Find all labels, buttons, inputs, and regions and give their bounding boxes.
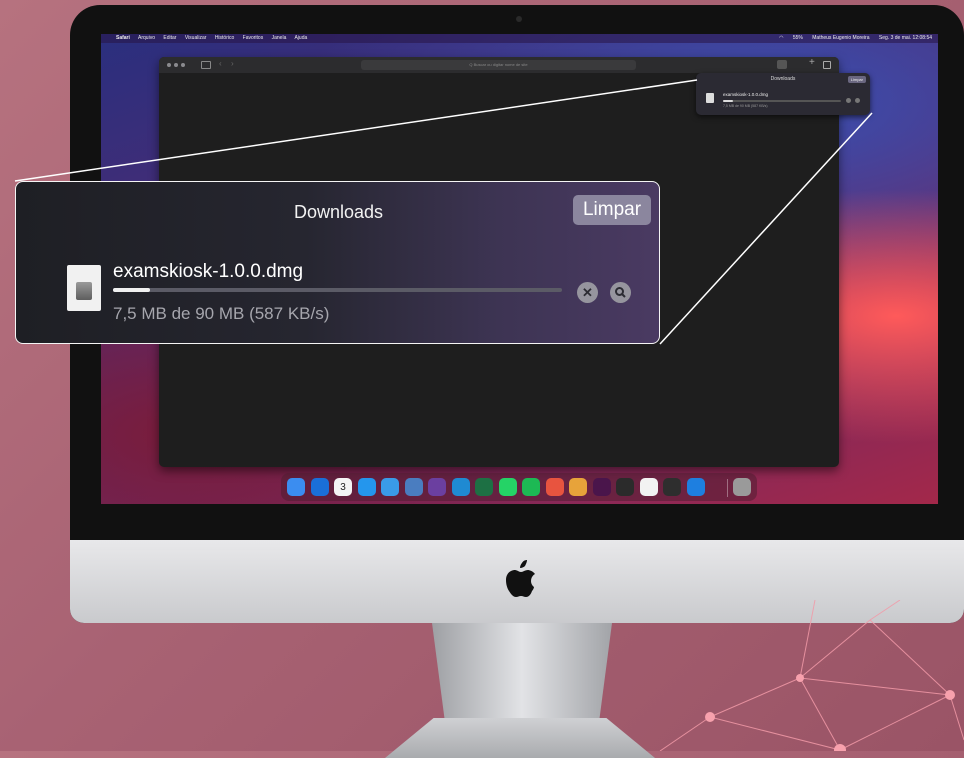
download-status: 7,5 MB de 90 MB (587 KB/s): [113, 304, 330, 323]
downloads-title: Downloads: [293, 202, 384, 222]
download-filename: examskiosk-1.0.0.dmg: [113, 261, 304, 282]
download-progress: [113, 288, 562, 292]
downloads-popover-zoomed: Downloads Limpar examskiosk-1.0.0.dmg 7,…: [15, 181, 660, 344]
stop-download-button[interactable]: ✕: [577, 282, 598, 303]
magnifier-icon: [615, 287, 626, 298]
download-progress-fill: [113, 288, 151, 292]
disk-image-icon: [76, 282, 92, 300]
dmg-file-icon: [67, 265, 101, 311]
clear-button[interactable]: Limpar: [573, 195, 651, 225]
reveal-in-finder-button[interactable]: [610, 282, 631, 303]
network-graph-decoration: [659, 600, 964, 751]
